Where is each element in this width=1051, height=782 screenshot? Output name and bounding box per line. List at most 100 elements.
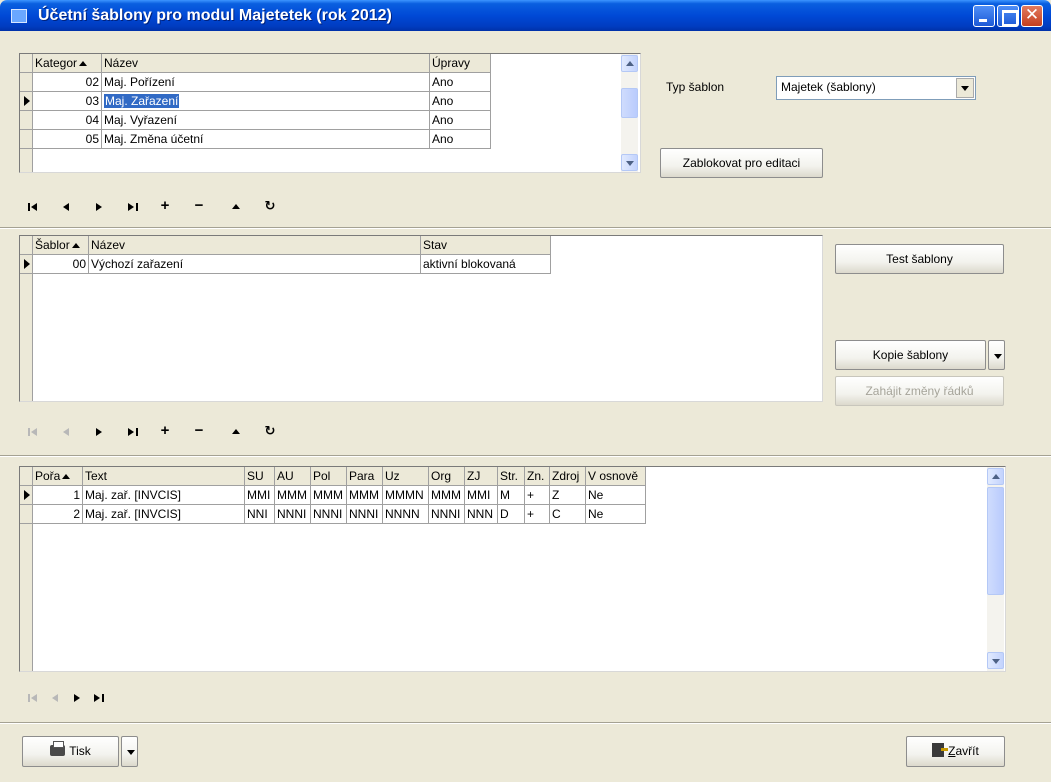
edit-record-button[interactable]	[228, 424, 244, 440]
test-sablony-button[interactable]: Test šablony	[835, 244, 1004, 274]
last-record-button[interactable]	[125, 424, 141, 440]
cell-kategorie: 05	[33, 130, 102, 149]
zavrit-label: avřít	[955, 744, 979, 758]
cell-nazev: Maj. Pořízení	[102, 73, 430, 92]
prior-record-button[interactable]	[58, 424, 74, 440]
col-header-sablona[interactable]: Šablor	[33, 236, 89, 255]
zahajit-zmeny-button[interactable]: Zahájit změny řádků	[835, 376, 1004, 406]
col-header-stav[interactable]: Stav	[421, 236, 551, 255]
cell-kategorie: 04	[33, 111, 102, 130]
zavrit-accelerator: Z	[948, 744, 956, 758]
col-header-pol[interactable]: Pol	[311, 467, 347, 486]
refresh-button[interactable]: ↻	[262, 198, 278, 215]
insert-record-button[interactable]: +	[157, 197, 173, 215]
selected-text: Maj. Zařazení	[104, 94, 180, 108]
row-indicator-column	[20, 236, 33, 401]
scroll-up-button[interactable]	[621, 55, 638, 72]
edit-record-button[interactable]	[228, 199, 244, 215]
col-header-osnova[interactable]: V osnově	[586, 467, 646, 486]
cell-sablona: 00	[33, 255, 89, 274]
cell-kategorie: 03	[33, 92, 102, 111]
table-row[interactable]: 02 Maj. Pořízení Ano	[33, 73, 491, 92]
first-record-button[interactable]	[25, 690, 41, 706]
scroll-up-button[interactable]	[987, 468, 1004, 485]
categories-header: Kategor Název Úpravy	[33, 54, 491, 73]
cell-upravy: Ano	[430, 73, 491, 92]
first-record-button[interactable]	[25, 424, 41, 440]
templates-navigator: + − ↻	[25, 422, 285, 440]
kopie-dropdown-button[interactable]	[988, 340, 1005, 370]
col-header-au[interactable]: AU	[275, 467, 311, 486]
scroll-thumb[interactable]	[987, 487, 1004, 595]
minimize-button[interactable]	[973, 5, 995, 27]
cell-zn: +	[525, 505, 550, 524]
next-record-button[interactable]	[91, 424, 107, 440]
col-header-pora[interactable]: Pořa	[33, 467, 83, 486]
typ-sablon-select[interactable]: Majetek (šablony)	[776, 76, 976, 100]
maximize-button[interactable]	[997, 5, 1019, 27]
kopie-sablony-button[interactable]: Kopie šablony	[835, 340, 986, 370]
prior-record-button[interactable]	[47, 690, 63, 706]
first-record-button[interactable]	[25, 199, 41, 215]
typ-sablon-value: Majetek (šablony)	[781, 80, 876, 94]
prior-record-button[interactable]	[58, 199, 74, 215]
cell-nazev[interactable]: Maj. Zařazení	[102, 92, 430, 111]
col-header-nazev[interactable]: Název	[102, 54, 430, 73]
scroll-down-button[interactable]	[621, 154, 638, 171]
zavrit-button[interactable]: Zavřít	[906, 736, 1005, 767]
col-header-str[interactable]: Str.	[498, 467, 525, 486]
row-indicator-column	[20, 54, 33, 172]
col-header-para[interactable]: Para	[347, 467, 383, 486]
cell-org: MMM	[429, 486, 465, 505]
current-row-arrow-icon	[24, 259, 30, 269]
table-row[interactable]: 00 Výchozí zařazení aktivní blokovaná	[33, 255, 551, 274]
sort-asc-icon	[79, 61, 88, 66]
cell-text: Maj. zař. [INVCIS]	[83, 505, 245, 524]
categories-grid[interactable]: Kategor Název Úpravy 02 Maj. Pořízení An…	[19, 53, 641, 173]
lines-scrollbar[interactable]	[987, 467, 1004, 671]
refresh-button[interactable]: ↻	[262, 423, 278, 440]
scroll-thumb[interactable]	[621, 88, 638, 118]
cell-para: MMM	[347, 486, 383, 505]
title-bar[interactable]: Účetní šablony pro modul Majetetek (rok …	[0, 0, 1051, 31]
scroll-down-button[interactable]	[987, 652, 1004, 669]
typ-sablon-label: Typ šablon	[666, 80, 725, 94]
tisk-button[interactable]: Tisk	[22, 736, 119, 767]
col-header-zdroj[interactable]: Zdroj	[550, 467, 586, 486]
current-row-arrow-icon	[24, 490, 30, 500]
table-row[interactable]: 1 Maj. zař. [INVCIS] MMI MMM MMM MMM MMM…	[33, 486, 646, 505]
table-row[interactable]: 04 Maj. Vyřazení Ano	[33, 111, 491, 130]
cell-para: NNNI	[347, 505, 383, 524]
lines-header: Pořa Text SU AU Pol Para Uz Org ZJ Str. …	[33, 467, 646, 486]
zablokovat-button[interactable]: Zablokovat pro editaci	[660, 148, 823, 178]
delete-record-button[interactable]: −	[191, 422, 207, 440]
window-title: Účetní šablony pro modul Majetetek (rok …	[38, 7, 392, 24]
last-record-button[interactable]	[91, 690, 107, 706]
categories-scrollbar[interactable]	[621, 54, 638, 172]
next-record-button[interactable]	[91, 199, 107, 215]
col-header-text[interactable]: Text	[83, 467, 245, 486]
next-record-button[interactable]	[69, 690, 85, 706]
last-record-button[interactable]	[125, 199, 141, 215]
lines-grid[interactable]: Pořa Text SU AU Pol Para Uz Org ZJ Str. …	[19, 466, 1006, 672]
cell-stav: aktivní blokovaná	[421, 255, 551, 274]
col-header-org[interactable]: Org	[429, 467, 465, 486]
templates-header: Šablor Název Stav	[33, 236, 551, 255]
table-row[interactable]: 05 Maj. Změna účetní Ano	[33, 130, 491, 149]
templates-grid[interactable]: Šablor Název Stav 00 Výchozí zařazení ak…	[19, 235, 823, 402]
col-header-su[interactable]: SU	[245, 467, 275, 486]
cell-osnova: Ne	[586, 505, 646, 524]
col-header-zj[interactable]: ZJ	[465, 467, 498, 486]
delete-record-button[interactable]: −	[191, 197, 207, 215]
col-header-upravy[interactable]: Úpravy	[430, 54, 491, 73]
col-header-uz[interactable]: Uz	[383, 467, 429, 486]
tisk-dropdown-button[interactable]	[121, 736, 138, 767]
close-window-button[interactable]: ✕	[1021, 5, 1043, 27]
col-header-kategorie[interactable]: Kategor	[33, 54, 102, 73]
table-row-selected[interactable]: 03 Maj. Zařazení Ano	[33, 92, 491, 111]
chevron-down-icon[interactable]	[956, 78, 974, 98]
insert-record-button[interactable]: +	[157, 422, 173, 440]
col-header-zn[interactable]: Zn.	[525, 467, 550, 486]
table-row[interactable]: 2 Maj. zař. [INVCIS] NNI NNNI NNNI NNNI …	[33, 505, 646, 524]
col-header-nazev[interactable]: Název	[89, 236, 421, 255]
